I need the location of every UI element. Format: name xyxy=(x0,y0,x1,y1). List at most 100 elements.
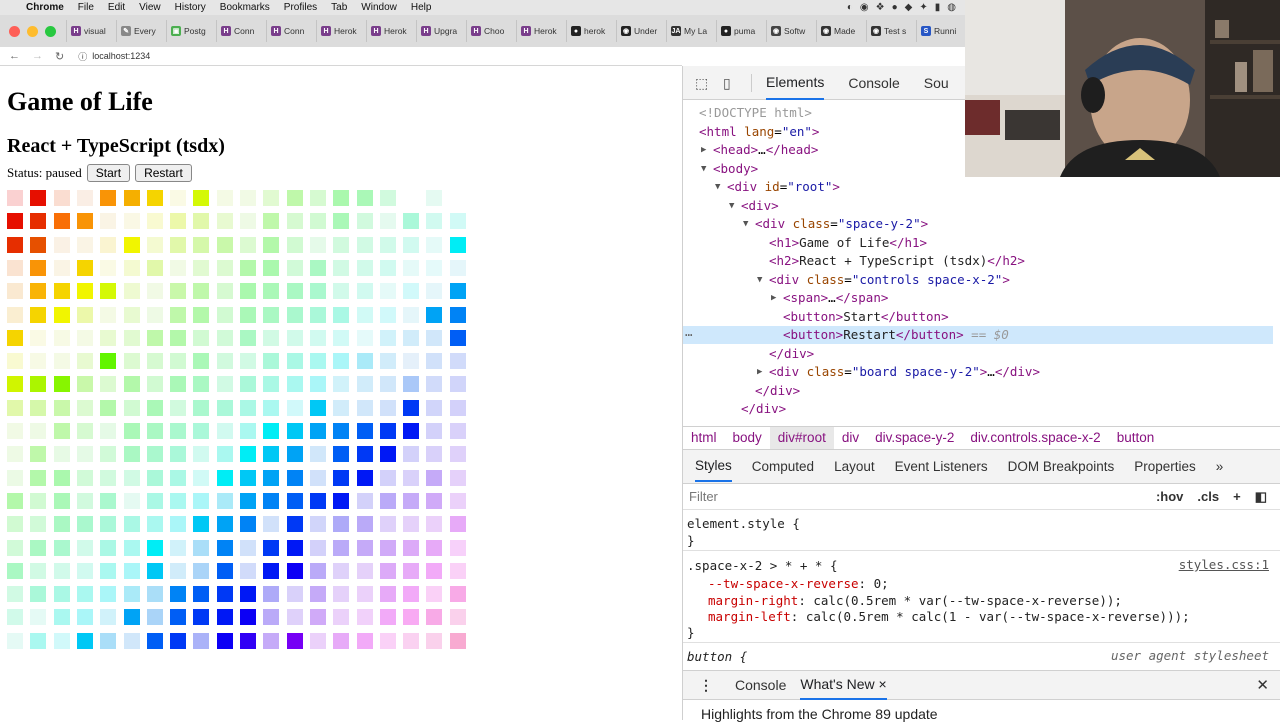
dom-node-markup[interactable]: <div id="root"> xyxy=(727,178,840,196)
board-cell[interactable] xyxy=(286,236,303,253)
style-declaration[interactable]: --tw-space-x-reverse: 0; xyxy=(708,575,1280,592)
board-cell[interactable] xyxy=(123,469,140,486)
board-cell[interactable] xyxy=(53,283,70,300)
board-cell[interactable] xyxy=(100,423,117,439)
board-cell[interactable] xyxy=(170,213,187,230)
board-cell[interactable] xyxy=(170,306,187,323)
board-cell[interactable] xyxy=(76,539,93,556)
dom-node[interactable]: <h2>React + TypeScript (tsdx)</h2> xyxy=(683,252,1273,270)
board-cell[interactable] xyxy=(146,562,163,579)
board-cell[interactable] xyxy=(193,259,210,276)
dom-node[interactable]: ▼ <div class="controls space-x-2"> xyxy=(683,271,1273,289)
board-cell[interactable] xyxy=(449,190,466,206)
board-cell[interactable] xyxy=(170,329,187,346)
browser-tab[interactable]: H Upgra xyxy=(416,20,466,42)
board-cell[interactable] xyxy=(449,562,466,579)
dom-node-markup[interactable]: <h1>Game of Life</h1> xyxy=(769,234,927,252)
board-cell[interactable] xyxy=(263,329,280,346)
board-cell[interactable] xyxy=(449,353,466,370)
tab-sources[interactable]: Sou xyxy=(924,67,949,99)
element-style-selector[interactable]: element.style { xyxy=(687,515,1267,532)
board-cell[interactable] xyxy=(356,539,373,556)
hover-state-toggle[interactable]: :hov xyxy=(1156,489,1183,505)
menu-history[interactable]: History xyxy=(175,2,206,13)
board-cell[interactable] xyxy=(193,399,210,416)
board-cell[interactable] xyxy=(286,562,303,579)
board-cell[interactable] xyxy=(53,236,70,253)
board-cell[interactable] xyxy=(216,236,233,253)
menu-help[interactable]: Help xyxy=(411,2,432,13)
board-cell[interactable] xyxy=(333,353,350,370)
board-cell[interactable] xyxy=(379,562,396,579)
board-cell[interactable] xyxy=(170,446,187,463)
board-cell[interactable] xyxy=(146,353,163,370)
board-cell[interactable] xyxy=(309,609,326,626)
expand-arrow-icon[interactable]: ▼ xyxy=(715,178,720,196)
browser-tab[interactable]: ▣ Postg xyxy=(166,20,216,42)
dom-node-markup[interactable]: <head>…</head> xyxy=(713,141,818,159)
board-cell[interactable] xyxy=(53,539,70,556)
style-declaration[interactable]: margin-right: calc(0.5rem * var(--tw-spa… xyxy=(708,592,1280,609)
board-cell[interactable] xyxy=(356,516,373,533)
board-cell[interactable] xyxy=(379,632,396,649)
board-cell[interactable] xyxy=(7,353,23,370)
board-cell[interactable] xyxy=(403,306,420,323)
board-cell[interactable] xyxy=(379,586,396,603)
board-cell[interactable] xyxy=(240,632,256,649)
board-cell[interactable] xyxy=(240,353,256,370)
board-cell[interactable] xyxy=(333,609,350,626)
board-cell[interactable] xyxy=(309,329,326,346)
board-cell[interactable] xyxy=(240,306,256,323)
dom-node-markup[interactable]: <div class="controls space-x-2"> xyxy=(769,271,1010,289)
board-cell[interactable] xyxy=(30,353,47,370)
board-cell[interactable] xyxy=(309,423,326,439)
board-cell[interactable] xyxy=(216,353,233,370)
board-cell[interactable] xyxy=(449,236,466,253)
board-cell[interactable] xyxy=(286,516,303,533)
expand-arrow-icon[interactable]: ▼ xyxy=(729,197,734,215)
new-rule-button[interactable]: + xyxy=(1233,489,1241,505)
board-cell[interactable] xyxy=(333,562,350,579)
board-cell[interactable] xyxy=(76,586,93,603)
board-cell[interactable] xyxy=(76,259,93,276)
board-cell[interactable] xyxy=(263,469,280,486)
board-cell[interactable] xyxy=(193,539,210,556)
board-cell[interactable] xyxy=(309,632,326,649)
menu-profiles[interactable]: Profiles xyxy=(284,2,317,13)
board-cell[interactable] xyxy=(286,353,303,370)
board-cell[interactable] xyxy=(193,562,210,579)
dom-node-markup[interactable]: <button>Restart</button> == $0 xyxy=(783,326,1009,344)
board-cell[interactable] xyxy=(309,259,326,276)
board-cell[interactable] xyxy=(449,516,466,533)
board-cell[interactable] xyxy=(403,423,420,439)
board-cell[interactable] xyxy=(30,306,47,323)
board-cell[interactable] xyxy=(309,353,326,370)
board-cell[interactable] xyxy=(449,609,466,626)
board-cell[interactable] xyxy=(356,469,373,486)
board-cell[interactable] xyxy=(123,306,140,323)
board-cell[interactable] xyxy=(333,283,350,300)
board-cell[interactable] xyxy=(30,539,47,556)
life-board[interactable] xyxy=(7,190,469,652)
board-cell[interactable] xyxy=(286,306,303,323)
dom-node[interactable]: ▶ <div class="board space-y-2">…</div> xyxy=(683,363,1273,381)
board-cell[interactable] xyxy=(30,609,47,626)
board-cell[interactable] xyxy=(30,376,47,393)
board-cell[interactable] xyxy=(333,213,350,230)
board-cell[interactable] xyxy=(286,399,303,416)
board-cell[interactable] xyxy=(76,469,93,486)
board-cell[interactable] xyxy=(426,190,443,206)
drawer-menu-icon[interactable]: ⋮ xyxy=(699,677,713,694)
drawer-tab-console[interactable]: Console xyxy=(735,671,786,699)
board-cell[interactable] xyxy=(100,516,117,533)
board-cell[interactable] xyxy=(286,283,303,300)
board-cell[interactable] xyxy=(30,446,47,463)
board-cell[interactable] xyxy=(100,236,117,253)
board-cell[interactable] xyxy=(426,562,443,579)
board-cell[interactable] xyxy=(263,562,280,579)
board-cell[interactable] xyxy=(379,329,396,346)
board-cell[interactable] xyxy=(100,353,117,370)
board-cell[interactable] xyxy=(100,376,117,393)
board-cell[interactable] xyxy=(403,329,420,346)
class-toggle[interactable]: .cls xyxy=(1197,489,1219,505)
